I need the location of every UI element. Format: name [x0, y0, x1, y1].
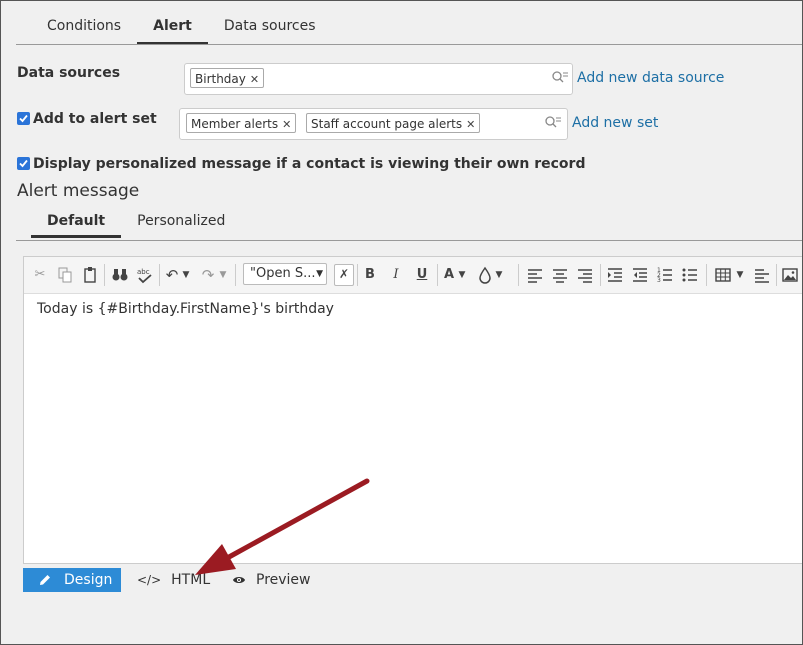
outdent-icon[interactable] [632, 266, 648, 284]
spellcheck-icon[interactable]: abc [136, 266, 154, 284]
background-color-icon[interactable] [478, 266, 492, 284]
personalized-message-checkbox[interactable] [17, 157, 30, 170]
preview-mode-label: Preview [256, 572, 311, 588]
add-to-alert-set-checkbox[interactable] [17, 112, 30, 125]
toolbar-separator [357, 264, 358, 286]
tag-staff-account-page-alerts: Staff account page alerts ✕ [306, 113, 481, 133]
undo-icon[interactable]: ↶ [164, 266, 180, 284]
italic-icon[interactable]: I [388, 266, 404, 284]
add-data-source-link[interactable]: Add new data source [577, 70, 724, 86]
tabs-divider [16, 240, 802, 241]
align-left-icon[interactable] [527, 266, 543, 284]
font-family-select[interactable]: "Open S... ▼ [243, 263, 327, 285]
cut-icon[interactable]: ✂ [32, 266, 48, 284]
top-tabs: Conditions Alert Data sources [31, 7, 332, 45]
toolbar-separator [776, 264, 777, 286]
html-mode-button[interactable]: </> HTML [137, 568, 210, 592]
personalized-message-label: Display personalized message if a contac… [33, 156, 586, 172]
tag-label: Staff account page alerts [311, 117, 463, 131]
table-dropdown-icon[interactable]: ▼ [735, 266, 745, 284]
design-mode-button[interactable]: Design [23, 568, 121, 592]
eye-icon [233, 577, 245, 583]
toolbar-separator [518, 264, 519, 286]
remove-tag-icon[interactable]: ✕ [282, 118, 291, 131]
rich-text-editor: ✂ abc ↶ ▼ ↷ ▼ "Open S...▼ ✗ B I U A ▼ ▼ [23, 256, 802, 564]
tab-default[interactable]: Default [31, 207, 122, 238]
data-sources-label: Data sources [17, 65, 121, 81]
bold-icon[interactable]: B [362, 266, 378, 284]
numbered-list-icon[interactable]: 123 [657, 266, 673, 284]
image-icon[interactable] [782, 266, 798, 284]
indent-icon[interactable] [607, 266, 623, 284]
tab-alert[interactable]: Alert [137, 7, 208, 45]
search-icon[interactable] [551, 70, 569, 84]
check-icon [19, 159, 28, 168]
pencil-icon [40, 575, 50, 585]
find-icon[interactable] [111, 266, 129, 284]
editor-mode-bar: Design </> HTML Preview [23, 568, 423, 593]
remove-tag-icon[interactable]: ✕ [250, 73, 259, 86]
remove-tag-icon[interactable]: ✕ [466, 118, 475, 131]
tab-conditions[interactable]: Conditions [31, 7, 137, 44]
table-icon[interactable] [715, 266, 731, 284]
svg-text:abc: abc [137, 268, 150, 276]
data-sources-field[interactable]: Birthday ✕ [184, 63, 573, 95]
background-color-dropdown-icon[interactable]: ▼ [494, 266, 504, 284]
redo-dropdown-icon[interactable]: ▼ [218, 266, 228, 284]
toolbar-separator [104, 264, 105, 286]
tag-member-alerts: Member alerts ✕ [186, 113, 297, 133]
font-color-dropdown-icon[interactable]: ▼ [457, 266, 467, 284]
paragraph-format-icon[interactable] [754, 266, 770, 284]
undo-dropdown-icon[interactable]: ▼ [181, 266, 191, 284]
alert-editor-panel: Conditions Alert Data sources Data sourc… [0, 0, 803, 645]
message-tabs: Default Personalized [31, 207, 241, 239]
html-mode-label: HTML [171, 572, 211, 588]
code-icon: </> [137, 573, 162, 587]
search-icon[interactable] [544, 115, 562, 129]
tag-label: Member alerts [191, 117, 279, 131]
toolbar-separator [706, 264, 707, 286]
add-new-set-link[interactable]: Add new set [572, 115, 658, 131]
tabs-divider [16, 44, 802, 45]
tab-data-sources[interactable]: Data sources [208, 7, 332, 44]
chevron-down-icon: ▼ [316, 269, 323, 279]
paste-icon[interactable] [82, 266, 98, 284]
toolbar-separator [235, 264, 236, 286]
toolbar-separator [159, 264, 160, 286]
add-to-alert-set-label: Add to alert set [33, 111, 157, 127]
tab-personalized[interactable]: Personalized [121, 207, 241, 237]
toolbar-separator [600, 264, 601, 286]
underline-icon[interactable]: U [414, 266, 430, 284]
redo-icon[interactable]: ↷ [200, 266, 216, 284]
font-family-value: "Open S... [250, 266, 316, 281]
preview-mode-button[interactable]: Preview [232, 568, 311, 592]
alert-set-field[interactable]: Member alerts ✕ Staff account page alerts… [179, 108, 568, 140]
bullet-list-icon[interactable] [682, 266, 698, 284]
tag-birthday: Birthday ✕ [190, 68, 265, 88]
svg-text:3: 3 [657, 277, 661, 284]
editor-content[interactable]: Today is {#Birthday.FirstName}'s birthda… [37, 301, 334, 317]
clear-format-icon[interactable]: ✗ [334, 264, 354, 286]
alert-message-title: Alert message [17, 181, 140, 201]
toolbar-separator [437, 264, 438, 286]
tag-label: Birthday [195, 72, 246, 86]
align-right-icon[interactable] [577, 266, 593, 284]
align-center-icon[interactable] [552, 266, 568, 284]
check-icon [19, 114, 28, 123]
editor-toolbar: ✂ abc ↶ ▼ ↷ ▼ "Open S...▼ ✗ B I U A ▼ ▼ [24, 257, 802, 294]
copy-icon[interactable] [57, 266, 73, 284]
font-color-icon[interactable]: A [442, 266, 456, 284]
design-mode-label: Design [64, 572, 113, 588]
